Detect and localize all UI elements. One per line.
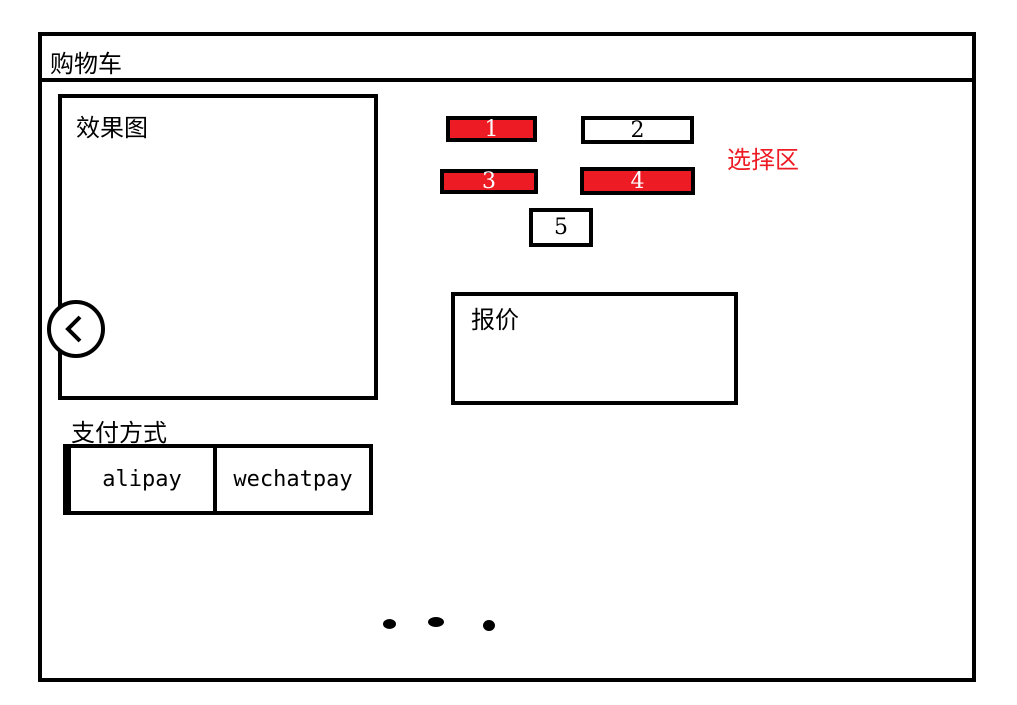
quote-label: 报价 — [471, 306, 519, 334]
payment-label: 支付方式 — [71, 419, 167, 447]
window-title: 购物车 — [50, 50, 122, 78]
option-1[interactable]: 1 — [446, 116, 537, 142]
page-dot[interactable] — [428, 617, 444, 627]
preview-label: 效果图 — [76, 114, 148, 142]
option-3[interactable]: 3 — [440, 169, 538, 194]
wechatpay-button[interactable]: wechatpay — [217, 448, 369, 511]
payment-methods: alipay wechatpay — [63, 444, 373, 515]
back-button[interactable] — [47, 300, 105, 358]
title-bar — [38, 32, 976, 82]
alipay-button[interactable]: alipay — [67, 448, 217, 511]
selection-label: 选择区 — [727, 146, 799, 174]
page-dot[interactable] — [483, 620, 495, 631]
chevron-left-icon — [65, 315, 82, 343]
page-dot[interactable] — [383, 619, 396, 629]
option-2[interactable]: 2 — [581, 116, 694, 144]
option-4[interactable]: 4 — [580, 167, 695, 195]
option-5[interactable]: 5 — [529, 208, 593, 247]
